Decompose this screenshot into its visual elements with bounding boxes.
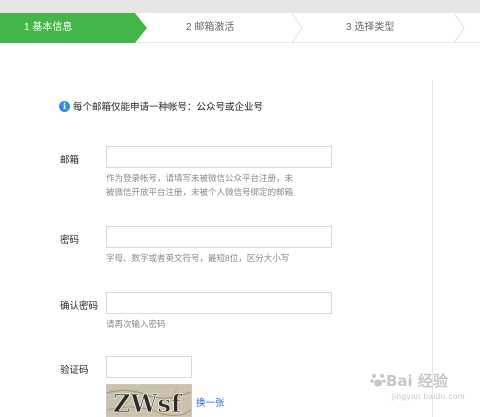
paw-icon — [370, 374, 386, 387]
browser-top-strip — [0, 0, 480, 13]
step-basic-info-label: 1 基本信息 — [24, 22, 73, 33]
captcha-input[interactable] — [106, 356, 192, 378]
email-hint-line-1: 作为登录帐号，请填写未被微信公众平台注册，未 — [106, 173, 294, 183]
step-choose-type-label: 3 选择类型 — [346, 22, 395, 33]
content-divider — [432, 80, 433, 417]
step-separator-icon — [291, 13, 303, 43]
email-hint: 作为登录帐号，请填写未被微信公众平台注册，未 被微信开放平台注册，未被个人微信号… — [106, 171, 293, 199]
step-separator-icon — [453, 13, 465, 43]
watermark-brand: Bai 经验 — [386, 372, 448, 390]
step-email-activation-label: 2 邮箱激活 — [186, 22, 235, 33]
email-hint-line-2: 被微信开放平台注册，未被个人微信号绑定的邮箱 — [106, 187, 294, 197]
captcha-image: ZWsf — [106, 384, 192, 417]
account-notice: i 每个邮箱仅能申请一种帐号：公众号或企业号 — [59, 99, 263, 113]
password-label: 密码 — [60, 235, 80, 246]
registration-steps: 1 基本信息 2 邮箱激活 3 选择类型 — [0, 13, 480, 43]
email-label: 邮箱 — [60, 155, 80, 166]
email-field[interactable] — [106, 146, 332, 168]
confirm-password-label: 确认密码 — [60, 301, 99, 312]
notice-text: 每个邮箱仅能申请一种帐号：公众号或企业号 — [73, 102, 264, 113]
password-field[interactable] — [106, 226, 332, 248]
captcha-text: ZWsf — [113, 389, 183, 417]
confirm-password-hint: 请再次输入密码 — [106, 319, 166, 329]
step-choose-type: 3 选择类型 — [346, 13, 394, 43]
step-arrow — [135, 13, 147, 43]
confirm-password-field[interactable] — [106, 292, 332, 314]
step-basic-info: 1 基本信息 — [0, 13, 147, 43]
watermark-url: jingyan.baidu.com — [392, 392, 465, 401]
captcha-label: 验证码 — [60, 365, 89, 376]
password-hint: 字母、数字或者英文符号，最短8位，区分大小写 — [106, 253, 290, 263]
step-email-activation: 2 邮箱激活 — [186, 13, 234, 43]
info-icon: i — [59, 100, 70, 112]
refresh-captcha-link[interactable]: 换一张 — [196, 395, 225, 409]
baidu-jingyan-watermark: Bai 经验 jingyan.baidu.com — [368, 368, 480, 417]
